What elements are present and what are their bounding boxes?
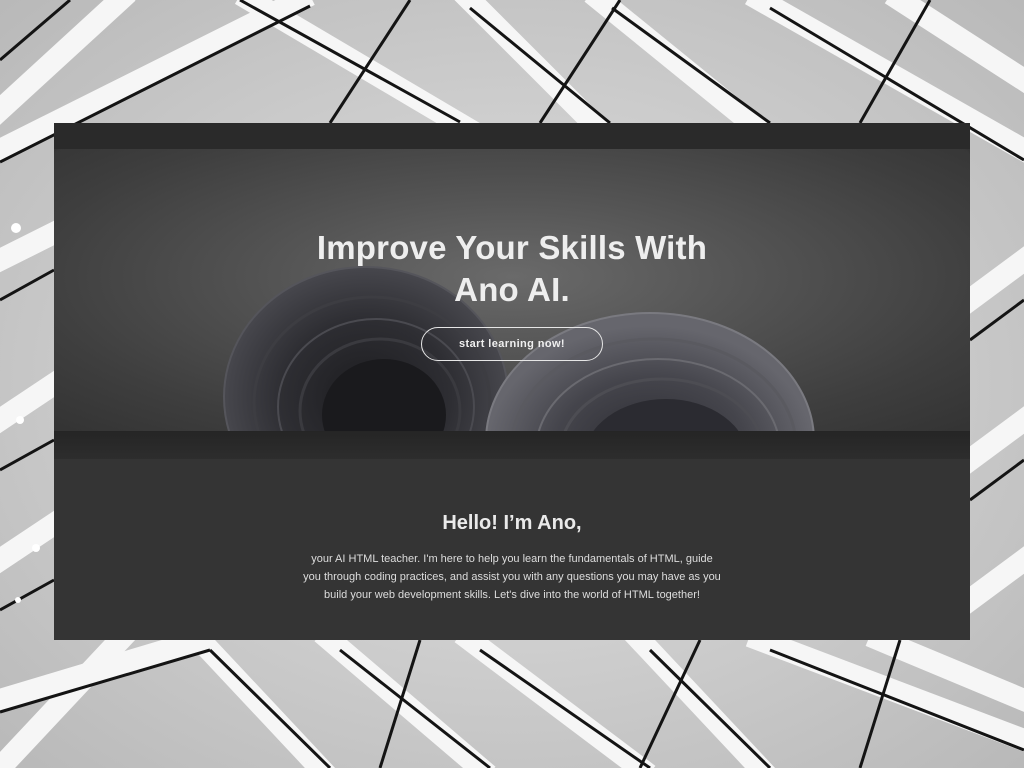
intro-section: Hello! I’m Ano, your AI HTML teacher. I'… bbox=[54, 459, 970, 640]
section-divider-band bbox=[54, 431, 970, 459]
intro-line-1: your AI HTML teacher. I'm here to help y… bbox=[311, 553, 713, 565]
intro-paragraph: your AI HTML teacher. I'm here to help y… bbox=[282, 550, 742, 604]
intro-heading: Hello! I’m Ano, bbox=[442, 512, 582, 534]
intro-line-3: build your web development skills. Let's… bbox=[324, 589, 700, 601]
hero-title: Improve Your Skills With Ano AI. bbox=[54, 227, 970, 311]
hero-title-line-2: Ano AI. bbox=[454, 271, 570, 308]
page-card: Improve Your Skills With Ano AI. start l… bbox=[54, 123, 970, 640]
hero-title-line-1: Improve Your Skills With bbox=[316, 229, 708, 266]
hero-section: Improve Your Skills With Ano AI. start l… bbox=[54, 149, 970, 433]
intro-line-2: you through coding practices, and assist… bbox=[303, 571, 721, 583]
start-learning-button[interactable]: start learning now! bbox=[421, 327, 603, 361]
top-bar bbox=[54, 123, 970, 149]
